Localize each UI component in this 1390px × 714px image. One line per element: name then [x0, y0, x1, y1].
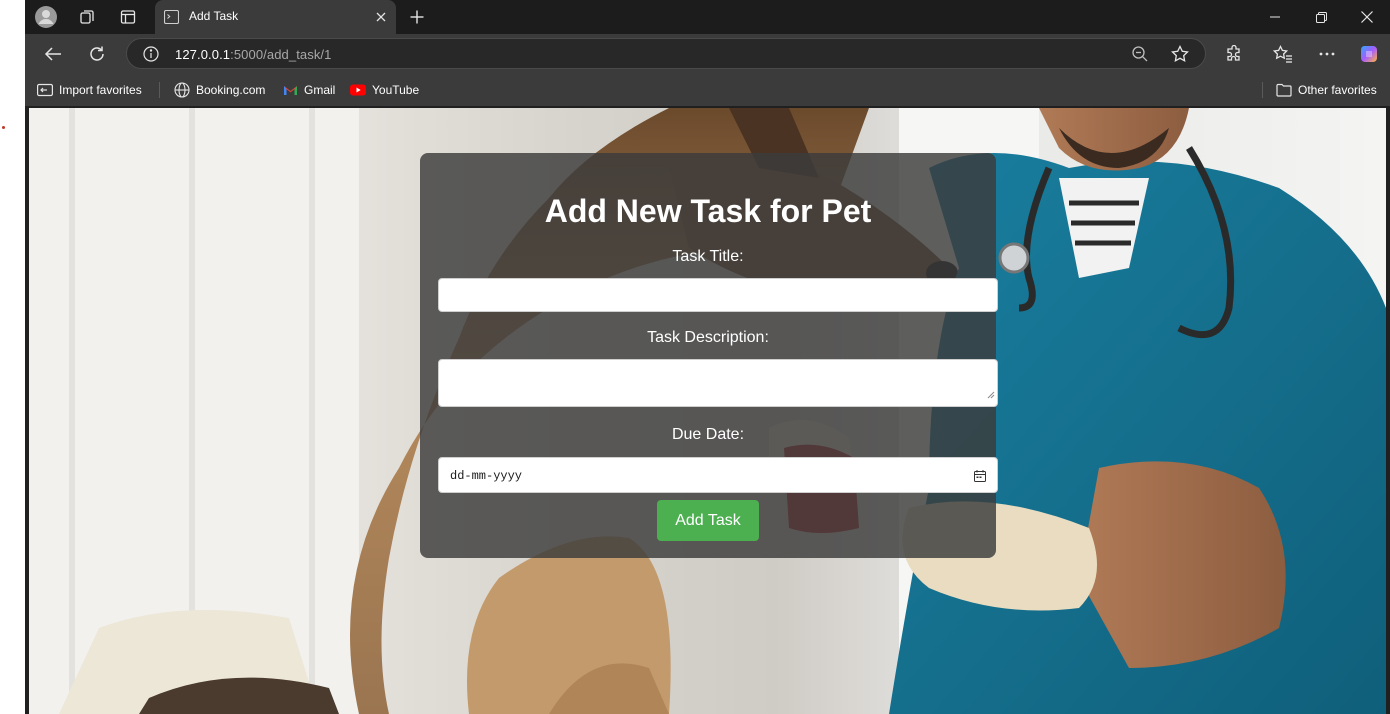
favorites-divider [159, 82, 160, 98]
import-icon [37, 83, 53, 97]
zoom-out-icon[interactable] [1131, 45, 1149, 68]
edge-dot [2, 126, 5, 129]
gmail-icon [284, 86, 297, 95]
youtube-label: YouTube [372, 83, 420, 97]
favorites-icon[interactable] [1269, 41, 1297, 67]
address-bar[interactable]: 127.0.0.1:5000/add_task/1 [126, 38, 1206, 69]
tab-bar: Add Task [25, 0, 1390, 34]
task-title-input[interactable] [438, 278, 998, 312]
other-favorites-link[interactable]: Other favorites [1276, 81, 1377, 99]
tab-actions-icon[interactable] [116, 5, 140, 29]
close-tab-icon[interactable] [372, 8, 390, 26]
calendar-icon[interactable] [974, 469, 986, 487]
minimize-icon[interactable] [1255, 4, 1295, 30]
collections-icon[interactable] [75, 5, 99, 29]
page-viewport: Add New Task for Pet Task Title: Task De… [29, 108, 1386, 714]
star-icon[interactable] [1171, 44, 1189, 68]
favorites-bar: Import favorites Booking.com Gmail YouTu… [25, 74, 1390, 106]
gmail-link[interactable]: Gmail [283, 81, 335, 99]
gmail-label: Gmail [304, 83, 336, 97]
refresh-icon[interactable] [83, 41, 111, 67]
restore-icon[interactable] [1301, 4, 1341, 30]
more-icon[interactable] [1313, 41, 1341, 67]
extensions-icon[interactable] [1220, 41, 1248, 67]
terminal-favicon-icon [163, 9, 180, 29]
url-host: 127.0.0.1 [175, 47, 231, 62]
youtube-icon [350, 84, 366, 96]
due-date-label: Due Date: [671, 426, 745, 443]
import-favorites-label: Import favorites [59, 83, 142, 97]
booking-label: Booking.com [196, 83, 266, 97]
folder-icon [1276, 83, 1292, 97]
url-path: :5000/add_task/1 [230, 47, 332, 62]
tab-title: Add Task [189, 9, 239, 23]
profile-avatar-icon[interactable] [34, 5, 58, 29]
add-task-form: Add New Task for Pet Task Title: Task De… [420, 153, 998, 558]
youtube-link[interactable]: YouTube [350, 81, 419, 99]
task-description-textarea[interactable] [438, 359, 998, 407]
other-favorites-label: Other favorites [1298, 83, 1377, 97]
import-favorites-link[interactable]: Import favorites [37, 81, 142, 99]
info-icon[interactable] [143, 46, 159, 67]
new-tab-icon[interactable] [406, 6, 428, 28]
active-tab[interactable]: Add Task [155, 0, 396, 34]
favorites-divider-right [1262, 82, 1263, 98]
desktop-edge [0, 0, 25, 714]
task-title-label: Task Title: [672, 248, 744, 265]
resize-handle-icon[interactable] [987, 386, 995, 404]
copilot-icon[interactable] [1355, 41, 1383, 67]
task-description-label: Task Description: [647, 329, 769, 346]
page-title: Add New Task for Pet [544, 193, 872, 229]
browser-window: Add Task 127.0.0.1:5000/add_task/1 Impor… [25, 0, 1390, 714]
back-arrow-icon[interactable] [39, 41, 67, 67]
url-text[interactable]: 127.0.0.1:5000/add_task/1 [175, 47, 331, 62]
close-window-icon[interactable] [1347, 4, 1387, 30]
due-date-placeholder: dd-mm-yyyy [450, 469, 523, 483]
globe-icon [174, 82, 190, 98]
due-date-input[interactable]: dd-mm-yyyy [438, 457, 998, 493]
address-toolbar: 127.0.0.1:5000/add_task/1 [25, 34, 1390, 74]
booking-link[interactable]: Booking.com [174, 81, 265, 99]
add-task-button[interactable]: Add Task [657, 500, 759, 541]
